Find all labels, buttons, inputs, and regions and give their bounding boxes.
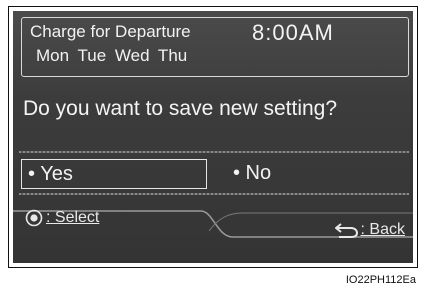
schedule-time: 8:00AM — [252, 20, 334, 45]
divider-bottom — [19, 193, 409, 195]
schedule-title: Charge for Departure — [30, 22, 191, 41]
schedule-days: Mon Tue Wed Thu — [36, 46, 188, 65]
back-label: : Back — [360, 221, 405, 238]
select-hint: : Select — [25, 207, 99, 229]
no-button[interactable]: • No — [227, 159, 407, 189]
departure-schedule-box: Charge for Departure 8:00AM Mon Tue Wed … — [21, 17, 409, 77]
save-prompt: Do you want to save new setting? — [23, 97, 338, 120]
yes-button[interactable]: • Yes — [21, 159, 207, 189]
select-label: : Select — [46, 209, 100, 226]
dial-select-icon — [25, 209, 43, 227]
back-arrow-icon — [334, 223, 358, 238]
divider-top — [19, 151, 409, 153]
display-screen: Charge for Departure 8:00AM Mon Tue Wed … — [13, 11, 413, 263]
figure-frame: Charge for Departure 8:00AM Mon Tue Wed … — [8, 6, 418, 268]
figure-caption: IO22PH112Ea — [345, 274, 416, 286]
back-button[interactable]: : Back — [333, 221, 405, 239]
